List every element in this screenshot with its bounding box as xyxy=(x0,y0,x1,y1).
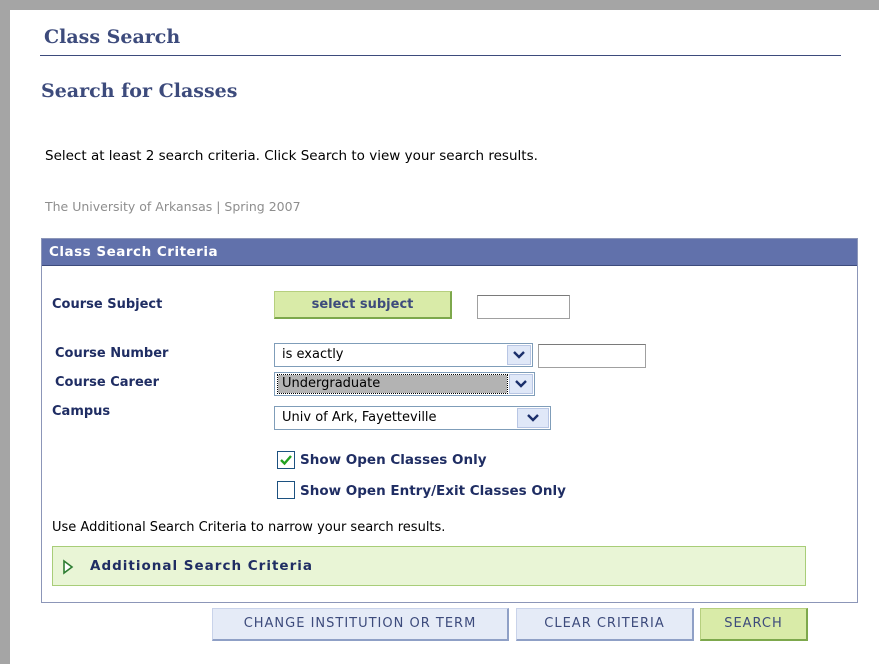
course-number-field[interactable] xyxy=(538,344,646,368)
chevron-down-icon[interactable] xyxy=(517,408,549,428)
course-career-label: Course Career xyxy=(55,375,159,390)
additional-search-criteria-label: Additional Search Criteria xyxy=(90,558,313,574)
select-subject-button[interactable]: select subject xyxy=(274,291,452,319)
criteria-panel-header: Class Search Criteria xyxy=(42,239,857,266)
course-career-value: Undergraduate xyxy=(277,374,508,394)
search-button[interactable]: SEARCH xyxy=(700,608,808,641)
additional-criteria-note: Use Additional Search Criteria to narrow… xyxy=(52,520,446,535)
checkmark-icon xyxy=(280,455,292,466)
page-title: Search for Classes xyxy=(41,80,238,102)
open-classes-only-checkbox[interactable] xyxy=(277,451,295,469)
additional-search-criteria-toggle[interactable]: Additional Search Criteria xyxy=(52,546,806,586)
course-number-operator-value: is exactly xyxy=(282,347,344,362)
course-subject-label: Course Subject xyxy=(52,297,163,312)
open-entry-exit-checkbox[interactable] xyxy=(277,481,295,499)
open-entry-exit-label: Show Open Entry/Exit Classes Only xyxy=(300,483,566,499)
course-number-label: Course Number xyxy=(55,346,169,361)
campus-select[interactable]: Univ of Ark, Fayetteville xyxy=(274,406,551,430)
header-divider xyxy=(40,55,841,56)
campus-label: Campus xyxy=(52,404,111,419)
course-career-select[interactable]: Undergraduate xyxy=(274,372,535,396)
course-subject-field[interactable] xyxy=(477,295,570,319)
change-institution-or-term-button[interactable]: CHANGE INSTITUTION OR TERM xyxy=(212,608,509,641)
course-number-operator-select[interactable]: is exactly xyxy=(274,343,533,367)
chevron-down-icon[interactable] xyxy=(507,345,531,365)
expand-triangle-icon xyxy=(63,559,74,575)
open-classes-only-label: Show Open Classes Only xyxy=(300,452,487,468)
class-search-criteria-panel: Class Search Criteria Course Subject sel… xyxy=(41,238,858,603)
instructions-text: Select at least 2 search criteria. Click… xyxy=(45,148,538,164)
page-header: Class Search xyxy=(44,26,181,48)
chevron-down-icon[interactable] xyxy=(509,374,533,394)
institution-term-info: The University of Arkansas | Spring 2007 xyxy=(45,199,301,214)
clear-criteria-button[interactable]: CLEAR CRITERIA xyxy=(516,608,694,641)
campus-value: Univ of Ark, Fayetteville xyxy=(282,410,437,425)
